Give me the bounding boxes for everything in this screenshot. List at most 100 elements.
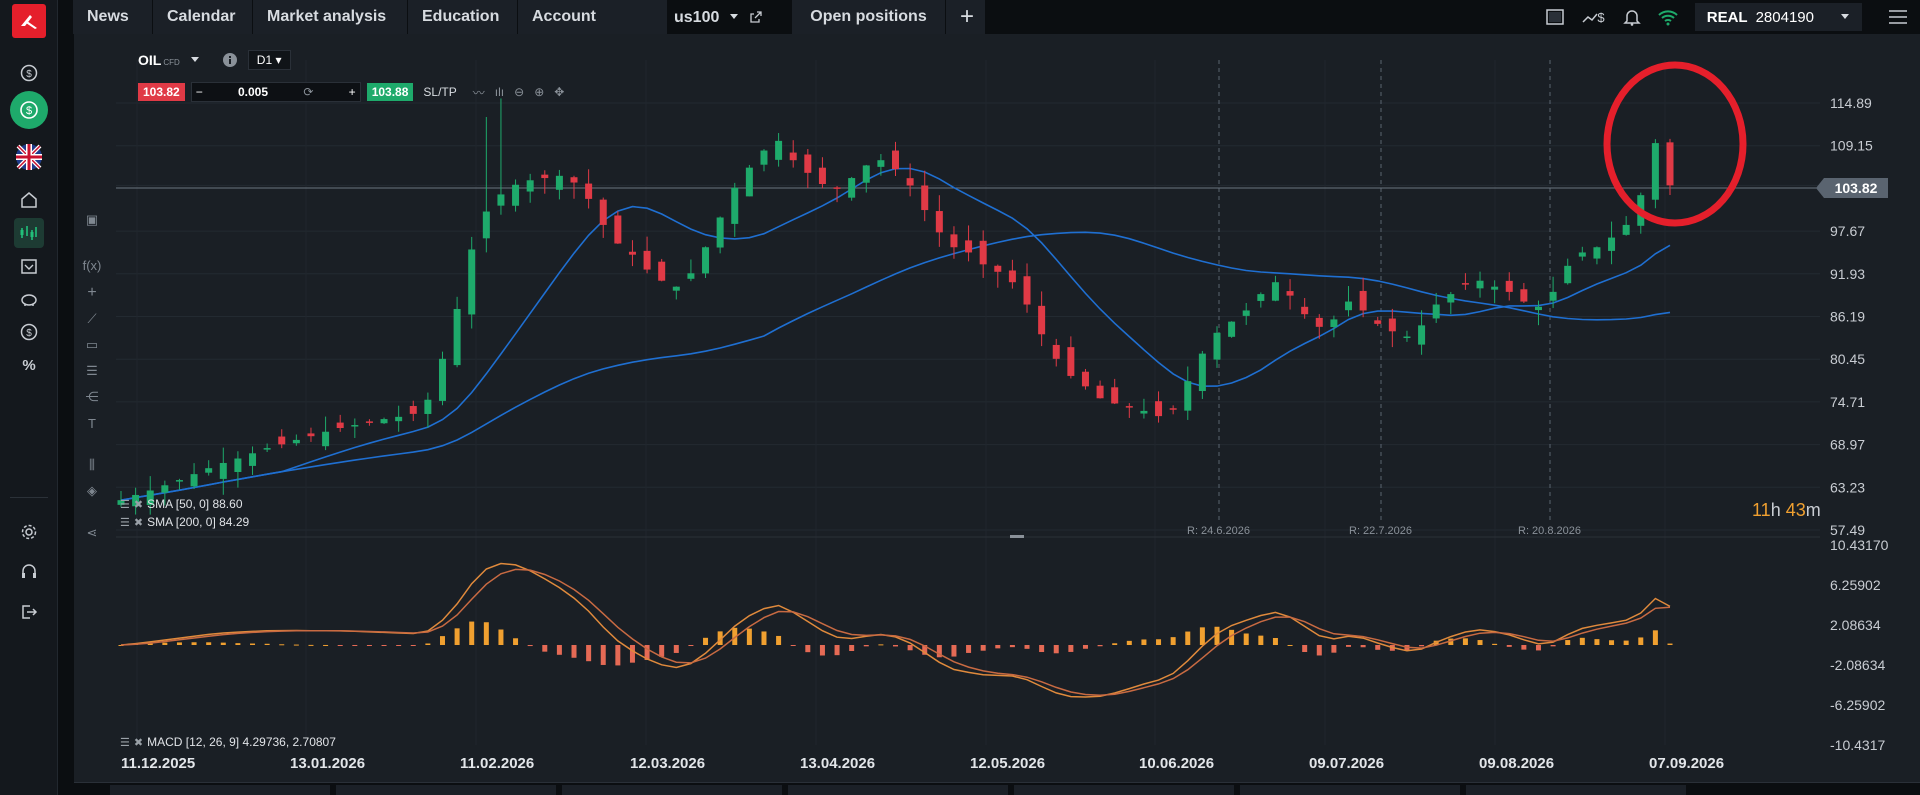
- sma50-line: [120, 167, 1671, 501]
- timeframe-selector[interactable]: D1 ▾: [247, 50, 291, 70]
- buy-price-button[interactable]: 103.88: [366, 83, 414, 101]
- candle-body: [1564, 265, 1572, 284]
- candle-body: [570, 177, 578, 183]
- layers-icon[interactable]: ◈: [82, 481, 102, 501]
- candle-body: [935, 211, 943, 233]
- pitchfork-icon[interactable]: ⋲: [82, 387, 102, 407]
- zoom-out-icon[interactable]: ⊖: [514, 85, 524, 99]
- candle-body: [789, 152, 797, 161]
- macd-bar: [1097, 645, 1103, 647]
- candle-body: [1461, 283, 1469, 285]
- macd-bar: [264, 643, 270, 645]
- sma50-legend[interactable]: ☰ ✖ SMA [50, 0] 88.60: [120, 497, 243, 511]
- crosshair-icon[interactable]: +: [82, 283, 102, 303]
- macd-bar: [1360, 645, 1366, 648]
- price-tick-label: 114.89: [1830, 95, 1872, 111]
- bottom-tab[interactable]: [1014, 785, 1234, 795]
- trendline-icon[interactable]: ⟋: [82, 309, 102, 329]
- candle-body: [1374, 320, 1382, 324]
- legend-close-icon[interactable]: ✖: [134, 736, 143, 749]
- candle-body: [1447, 294, 1455, 303]
- macd-bar: [805, 645, 811, 653]
- macd-tick-label: -2.08634: [1830, 657, 1885, 673]
- rollover-label: R: 20.8.2026: [1518, 525, 1581, 537]
- legend-close-icon[interactable]: ✖: [134, 516, 143, 529]
- instrument-symbol-wrap[interactable]: OIL CFD: [138, 52, 180, 68]
- bottom-tab[interactable]: [562, 785, 782, 795]
- sma200-legend[interactable]: ☰ ✖ SMA [200, 0] 84.29: [120, 515, 249, 529]
- line-chart-icon[interactable]: 〰: [473, 84, 485, 101]
- decrease-button[interactable]: −: [196, 85, 203, 99]
- sell-price-button[interactable]: 103.82: [138, 83, 185, 101]
- macd-bar: [1316, 645, 1322, 656]
- macd-legend[interactable]: ☰ ✖ MACD [12, 26, 9] 4.29736, 2.70807: [120, 735, 336, 749]
- macd-bar: [1258, 635, 1264, 645]
- chart-view-icon[interactable]: ▣: [82, 210, 102, 230]
- candle-type-icon[interactable]: ılı: [495, 85, 504, 99]
- pan-icon[interactable]: ✥: [554, 85, 564, 99]
- bottom-tab[interactable]: [1240, 785, 1460, 795]
- indicators-icon[interactable]: ⫼: [82, 455, 102, 475]
- bottom-tab[interactable]: [1466, 785, 1686, 795]
- bottom-tab[interactable]: [788, 785, 1008, 795]
- macd-axis: 10.43170 6.25902 2.08634 -2.08634 -6.25902 -1…: [1830, 537, 1889, 753]
- macd-tick-label: 2.08634: [1830, 617, 1881, 633]
- candle-body: [1081, 371, 1089, 387]
- macd-bar: [206, 642, 212, 645]
- legend-settings-icon[interactable]: ☰: [120, 736, 130, 749]
- candle-body: [921, 185, 929, 211]
- candle-body: [1125, 406, 1133, 408]
- info-icon[interactable]: [222, 52, 238, 68]
- macd-bar: [1462, 638, 1468, 645]
- bottom-tab[interactable]: [110, 785, 330, 795]
- price-chart[interactable]: 114.89 109.15 97.67 91.93 86.19 80.45 74.71 68.…: [0, 0, 1920, 795]
- refresh-icon[interactable]: ⟳: [303, 85, 313, 99]
- quantity-stepper[interactable]: − 0.005 ⟳ +: [190, 82, 361, 102]
- increase-button[interactable]: +: [349, 85, 356, 99]
- macd-bar: [220, 642, 226, 645]
- candle-body: [1578, 252, 1586, 257]
- function-icon[interactable]: f(x): [82, 255, 102, 275]
- macd-bar: [191, 642, 197, 645]
- macd-bar: [1068, 645, 1074, 652]
- legend-settings-icon[interactable]: ☰: [120, 516, 130, 529]
- candle-body: [468, 249, 476, 315]
- chevron-down-icon[interactable]: [190, 56, 200, 64]
- macd-bar: [381, 645, 387, 646]
- text-icon[interactable]: T: [82, 413, 102, 433]
- candle-body: [453, 308, 461, 366]
- price-tick-label: 74.71: [1830, 394, 1865, 410]
- macd-bar: [1009, 645, 1015, 648]
- macd-bar: [1375, 645, 1381, 650]
- candle-body: [1403, 336, 1411, 339]
- candle-body: [1257, 294, 1265, 301]
- macd-bar: [893, 645, 898, 647]
- rectangle-icon[interactable]: ▭: [82, 335, 102, 355]
- bottom-tab[interactable]: [336, 785, 556, 795]
- share-icon[interactable]: ⋖: [82, 523, 102, 543]
- macd-bar: [966, 645, 972, 653]
- macd-bar: [469, 621, 475, 645]
- macd-bar: [1199, 627, 1205, 645]
- candle-body: [965, 240, 973, 253]
- sltp-button[interactable]: SL/TP: [423, 85, 456, 99]
- candle-body: [482, 211, 490, 239]
- candle-body: [380, 419, 388, 424]
- fibonacci-icon[interactable]: ☰: [82, 361, 102, 381]
- macd-bar: [995, 645, 1001, 649]
- macd-bar: [1170, 637, 1176, 645]
- quantity-value[interactable]: 0.005: [238, 85, 268, 99]
- timeframe-value: D1: [256, 53, 273, 67]
- countdown-hours-unit: h: [1770, 500, 1781, 520]
- legend-settings-icon[interactable]: ☰: [120, 498, 130, 511]
- zoom-in-icon[interactable]: ⊕: [534, 85, 544, 99]
- legend-close-icon[interactable]: ✖: [134, 498, 143, 511]
- pane-resize-handle: [1010, 535, 1024, 538]
- sma200-label: SMA [200, 0] 84.29: [147, 515, 250, 529]
- macd-bar: [235, 643, 241, 645]
- candle-body: [833, 187, 841, 189]
- macd-bar: [863, 645, 869, 647]
- candle-body: [161, 485, 169, 493]
- candle-body: [438, 358, 446, 401]
- macd-bar: [688, 645, 694, 646]
